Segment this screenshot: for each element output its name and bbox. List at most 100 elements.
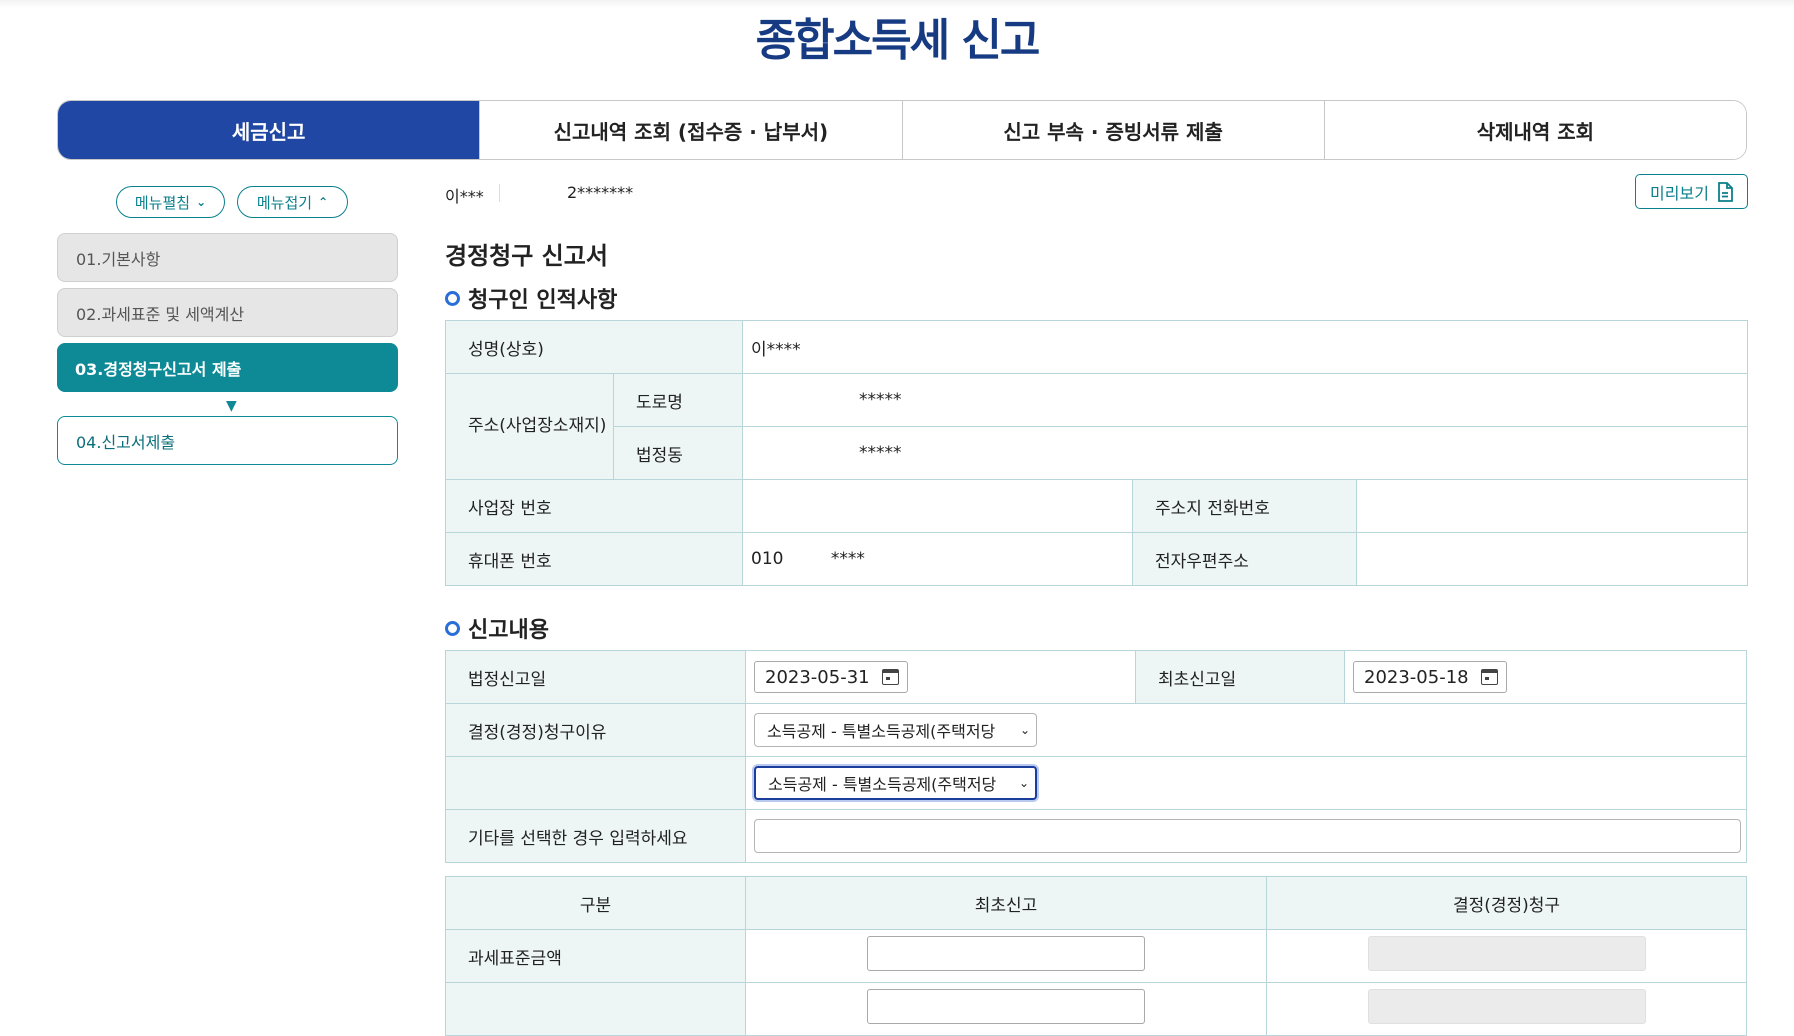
legal-date-input[interactable]: 2023-05-31 xyxy=(754,661,908,693)
table-row: 결정(경정)청구이유 소득공제 - 특별소득공제(주택저당 ⌄ xyxy=(445,703,1747,757)
user-name: 이*** xyxy=(445,187,484,206)
address-label: 주소(사업장소재지) xyxy=(445,373,614,480)
other-reason-input[interactable] xyxy=(754,819,1741,853)
legal-date-value: 2023-05-31 xyxy=(765,666,870,688)
sidebar-step-submit[interactable]: 04.신고서제출 xyxy=(57,416,398,465)
col-category: 구분 xyxy=(445,876,746,930)
tab-tax-report[interactable]: 세금신고 xyxy=(58,101,480,159)
report-table: 법정신고일 2023-05-31 최초신고일 2023-05-18 결정(경정)… xyxy=(445,650,1747,863)
other-reason-label: 기타를 선택한 경우 입력하세요 xyxy=(445,809,746,863)
col-claim: 결정(경정)청구 xyxy=(1266,876,1747,930)
circle-bullet-icon xyxy=(445,290,460,306)
home-phone-value xyxy=(1356,479,1749,533)
document-title: 경정청구 신고서 xyxy=(445,242,608,270)
tax-base-initial-cell xyxy=(745,929,1267,983)
table-row: 사업장 번호 주소지 전화번호 xyxy=(444,479,1749,533)
user-id: 2******* xyxy=(567,183,634,202)
sidebar-step-correction-claim[interactable]: 03.경정청구신고서 제출 xyxy=(57,343,398,392)
table-row xyxy=(445,982,1747,1036)
tab-attachments[interactable]: 신고 부속 · 증빙서류 제출 xyxy=(901,101,1324,159)
road-address-label: 도로명 xyxy=(612,373,744,427)
table-row: 법정신고일 2023-05-31 최초신고일 2023-05-18 xyxy=(445,650,1747,704)
first-date-input[interactable]: 2023-05-18 xyxy=(1353,661,1507,693)
step-label: 04.신고서제출 xyxy=(76,432,176,452)
chevron-down-icon: ⌄ xyxy=(196,195,207,209)
mobile-label: 휴대폰 번호 xyxy=(444,532,744,586)
menu-expand-label: 메뉴펼침 xyxy=(134,193,191,212)
col-initial-report: 최초신고 xyxy=(745,876,1267,930)
chevron-down-icon: ⌄ xyxy=(1019,723,1030,737)
calendar-icon[interactable] xyxy=(881,669,899,685)
email-label: 전자우편주소 xyxy=(1132,532,1358,586)
step-label: 01.기본사항 xyxy=(76,249,161,269)
next-row-claim-input xyxy=(1367,989,1646,1024)
tab-deleted-history[interactable]: 삭제내역 조회 xyxy=(1323,101,1746,159)
tax-base-initial-input[interactable] xyxy=(867,936,1145,971)
table-row: 소득공제 - 특별소득공제(주택저당 ⌄ xyxy=(445,756,1747,810)
table-row: 법정동 ***** xyxy=(446,426,1749,480)
name-value: 이**** xyxy=(742,320,1749,374)
table-header-row: 구분 최초신고 결정(경정)청구 xyxy=(445,876,1747,930)
main-tabs: 세금신고 신고내역 조회 (접수증 · 납부서) 신고 부속 · 증빙서류 제출… xyxy=(57,100,1747,160)
section-report-label: 신고내용 xyxy=(468,618,549,643)
first-date-cell: 2023-05-18 xyxy=(1344,650,1747,704)
section-report-title: 신고내용 xyxy=(445,612,549,644)
step-label: 02.과세표준 및 세액계산 xyxy=(76,304,245,324)
menu-expand-button[interactable]: 메뉴펼침 ⌄ xyxy=(116,186,225,218)
table-row: 기타를 선택한 경우 입력하세요 xyxy=(445,809,1747,863)
circle-bullet-icon xyxy=(445,620,460,636)
next-row-initial-input[interactable] xyxy=(867,989,1145,1024)
section-claimant-label: 청구인 인적사항 xyxy=(468,288,618,313)
sidebar-step-basic[interactable]: 01.기본사항 xyxy=(57,233,398,282)
next-row-claim-cell xyxy=(1266,982,1747,1036)
reason-cell-2: 소득공제 - 특별소득공제(주택저당 ⌄ xyxy=(745,756,1747,810)
step-down-arrow-icon: ▼ xyxy=(226,398,237,414)
table-row: 주소(사업장소재지) 도로명 ***** xyxy=(445,373,1749,480)
table-row: 과세표준금액 xyxy=(445,929,1747,983)
legal-date-label: 법정신고일 xyxy=(445,650,746,704)
section-claimant-title: 청구인 인적사항 xyxy=(445,282,617,314)
business-number-label: 사업장 번호 xyxy=(444,479,744,533)
mobile-prefix: 010 xyxy=(751,549,784,569)
document-icon xyxy=(1718,181,1733,202)
first-date-value: 2023-05-18 xyxy=(1364,666,1469,688)
step-label: 03.경정청구신고서 제출 xyxy=(75,359,242,379)
first-date-label: 최초신고일 xyxy=(1135,650,1345,704)
table-row: 휴대폰 번호 010 **** 전자우편주소 xyxy=(444,532,1749,586)
sidebar-step-tax-calc[interactable]: 02.과세표준 및 세액계산 xyxy=(57,288,398,337)
page-title: 종합소득세 신고 xyxy=(755,15,1041,66)
other-reason-cell xyxy=(745,809,1747,863)
reason-label-empty xyxy=(445,756,746,810)
preview-label: 미리보기 xyxy=(1650,183,1709,203)
tax-base-claim-cell xyxy=(1266,929,1747,983)
reason-cell: 소득공제 - 특별소득공제(주택저당 ⌄ xyxy=(745,703,1747,757)
tax-base-label: 과세표준금액 xyxy=(445,929,746,983)
chevron-down-icon: ⌄ xyxy=(1018,776,1029,790)
calendar-icon[interactable] xyxy=(1480,669,1498,685)
reason-select-2-value: 소득공제 - 특별소득공제(주택저당 xyxy=(768,775,997,794)
claimant-table: 성명(상호) 이**** 주소(사업장소재지) 도로명 ***** 법정동 **… xyxy=(444,320,1749,586)
legal-date-cell: 2023-05-31 xyxy=(745,650,1136,704)
reason-label: 결정(경정)청구이유 xyxy=(445,703,746,757)
next-row-initial-cell xyxy=(745,982,1267,1036)
next-row-label xyxy=(445,982,746,1036)
email-value xyxy=(1356,532,1749,586)
road-address-value: ***** xyxy=(742,373,1749,427)
reason-select-1[interactable]: 소득공제 - 특별소득공제(주택저당 ⌄ xyxy=(754,713,1037,747)
lot-address-label: 법정동 xyxy=(612,426,744,480)
amount-table: 구분 최초신고 결정(경정)청구 과세표준금액 xyxy=(445,876,1747,1036)
mobile-value: 010 **** xyxy=(742,532,1134,586)
reason-select-2[interactable]: 소득공제 - 특별소득공제(주택저당 ⌄ xyxy=(754,766,1037,800)
mobile-rest: **** xyxy=(830,549,865,569)
business-number-value xyxy=(742,479,1134,533)
tab-report-history[interactable]: 신고내역 조회 (접수증 · 납부서) xyxy=(479,101,902,159)
name-label: 성명(상호) xyxy=(444,320,744,374)
menu-collapse-button[interactable]: 메뉴접기 ⌃ xyxy=(237,186,348,218)
preview-button[interactable]: 미리보기 xyxy=(1635,174,1748,209)
home-phone-label: 주소지 전화번호 xyxy=(1132,479,1358,533)
id-divider xyxy=(499,184,500,202)
tax-base-claim-input xyxy=(1367,936,1646,971)
reason-select-1-value: 소득공제 - 특별소득공제(주택저당 xyxy=(767,722,996,741)
chevron-up-icon: ⌃ xyxy=(318,195,329,209)
table-row: 성명(상호) 이**** xyxy=(444,320,1749,374)
